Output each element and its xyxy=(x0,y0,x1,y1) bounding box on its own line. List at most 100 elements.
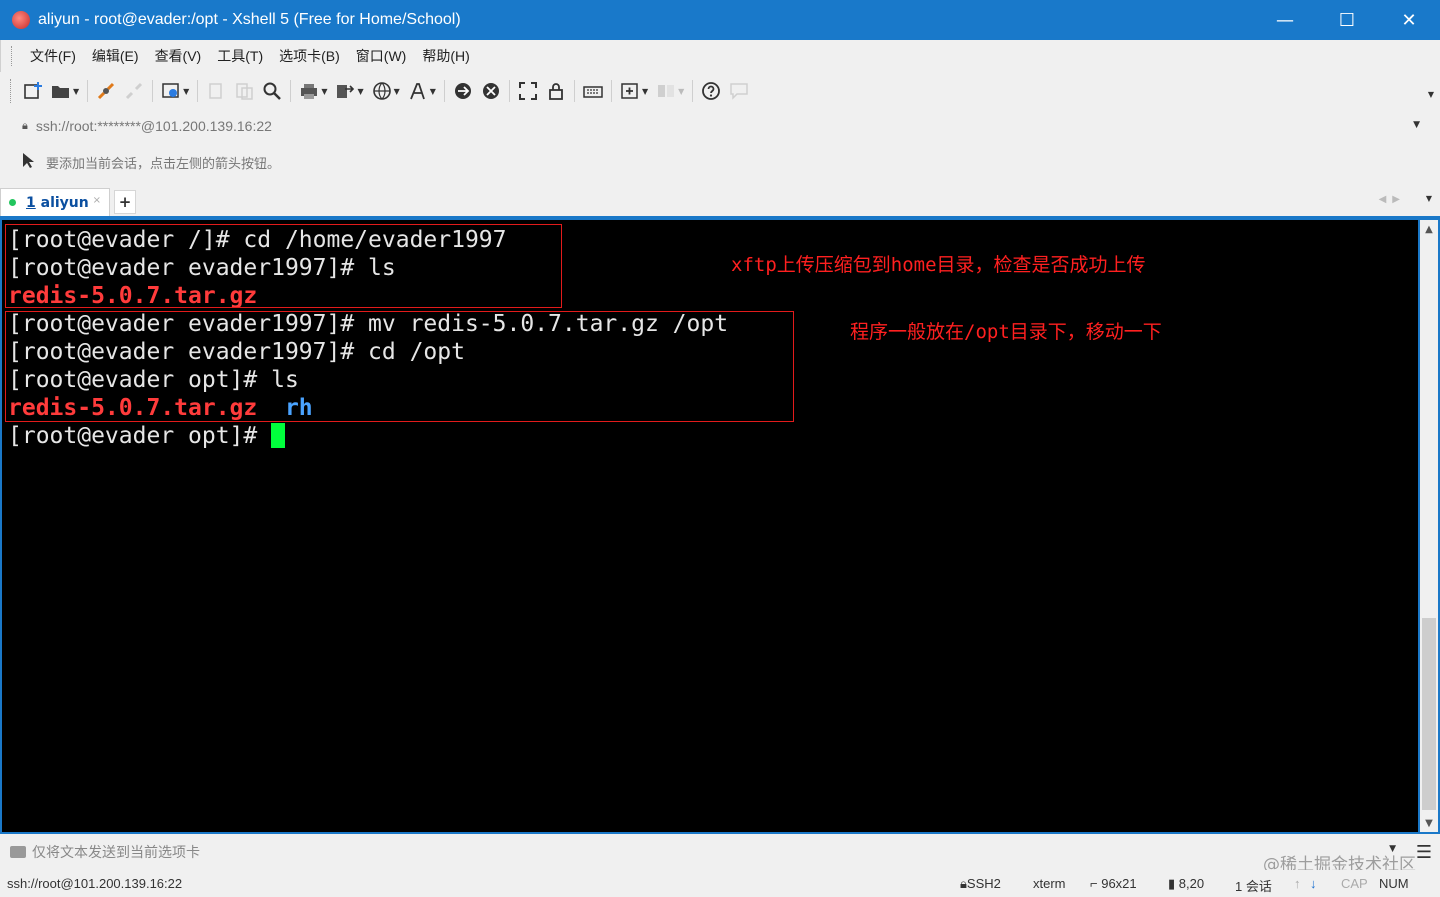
chevron-down-icon[interactable]: ▼ xyxy=(73,87,79,96)
status-connection: ssh://root@101.200.139.16:22 xyxy=(7,876,183,891)
close-button[interactable]: ✕ xyxy=(1378,0,1440,40)
connect-icon xyxy=(96,81,116,101)
properties-icon xyxy=(161,81,181,101)
chat-button[interactable] xyxy=(725,78,753,104)
connected-status-icon xyxy=(9,199,16,206)
menu-window[interactable]: 窗口(W) xyxy=(348,46,415,66)
scroll-up-icon[interactable]: ▲ xyxy=(1420,220,1438,238)
tab-strip: 1 aliyun × + ◀▶ ▼ xyxy=(0,184,1440,216)
fullscreen-button[interactable] xyxy=(514,78,542,104)
address-bar[interactable]: 🔒︎ ssh://root:********@101.200.139.16:22… xyxy=(8,112,1432,140)
xftp-icon xyxy=(453,81,473,101)
print-button[interactable]: ▼ xyxy=(295,78,331,104)
tab-nav-arrows-icon[interactable]: ◀▶ xyxy=(1379,194,1406,205)
annotation-upload: xftp上传压缩包到home目录，检查是否成功上传 xyxy=(731,254,1146,276)
transfer-button[interactable]: ▼ xyxy=(331,78,367,104)
tab-label: 1 aliyun xyxy=(26,195,89,211)
xshell-logo-icon xyxy=(12,11,30,29)
tab-number: 1 xyxy=(26,194,36,211)
scroll-thumb[interactable] xyxy=(1422,618,1436,810)
toolbar-overflow-icon[interactable]: ▼ xyxy=(1428,90,1434,99)
status-size: ⌐ 96x21 xyxy=(1090,876,1137,891)
menu-grip[interactable] xyxy=(11,46,14,66)
chevron-down-icon[interactable]: ▼ xyxy=(321,87,327,96)
help-button[interactable] xyxy=(697,78,725,104)
terminal[interactable]: [root@evader /]# cd /home/evader1997 [ro… xyxy=(2,220,1418,832)
toolbar-grip[interactable] xyxy=(10,79,13,103)
status-term: xterm xyxy=(1033,876,1066,891)
menu-help[interactable]: 帮助(H) xyxy=(414,46,477,66)
help-icon xyxy=(701,81,721,101)
menu-view[interactable]: 查看(V) xyxy=(147,46,210,66)
menu-tools[interactable]: 工具(T) xyxy=(209,46,271,66)
address-dropdown-icon[interactable]: ▼ xyxy=(1413,120,1420,130)
xftp-button[interactable] xyxy=(449,78,477,104)
scroll-down-icon[interactable]: ▼ xyxy=(1420,814,1438,832)
disconnect-button[interactable] xyxy=(120,78,148,104)
xmanager-button[interactable] xyxy=(477,78,505,104)
web-button[interactable]: ▼ xyxy=(368,78,404,104)
fullscreen-icon xyxy=(518,81,538,101)
keyboard-button[interactable] xyxy=(579,78,607,104)
session-hint-bar: 要添加当前会话，点击左侧的箭头按钮。 xyxy=(8,148,1432,176)
menu-file[interactable]: 文件(F) xyxy=(22,46,84,66)
reconnect-button[interactable] xyxy=(92,78,120,104)
compose-bar[interactable]: 仅将文本发送到当前选项卡 ▼ ☰ xyxy=(0,836,1440,868)
transfer-icon xyxy=(335,81,355,101)
disconnect-icon xyxy=(124,81,144,101)
chat-icon xyxy=(729,81,749,101)
chevron-down-icon[interactable]: ▼ xyxy=(642,87,648,96)
menu-edit[interactable]: 编辑(E) xyxy=(84,46,147,66)
chevron-down-icon[interactable]: ▼ xyxy=(678,87,684,96)
annotation-move: 程序一般放在/opt目录下，移动一下 xyxy=(850,321,1162,343)
tab-close-icon[interactable]: × xyxy=(93,195,101,206)
paste-icon xyxy=(234,81,254,101)
download-arrow-icon: ↓ xyxy=(1310,876,1317,891)
chevron-down-icon[interactable]: ▼ xyxy=(183,87,189,96)
tab-list-dropdown-icon[interactable]: ▼ xyxy=(1426,194,1432,203)
chevron-down-icon[interactable]: ▼ xyxy=(430,87,436,96)
open-session-button[interactable]: ▼ xyxy=(47,78,83,104)
cursor-pos-icon: ▮ xyxy=(1168,876,1179,891)
properties-button[interactable]: ▼ xyxy=(157,78,193,104)
find-button[interactable] xyxy=(258,78,286,104)
font-icon xyxy=(408,81,428,101)
terminal-scrollbar[interactable]: ▲ ▼ xyxy=(1420,220,1438,832)
chevron-down-icon[interactable]: ▼ xyxy=(357,87,363,96)
resize-icon: ⌐ xyxy=(1090,876,1102,891)
menu-bar: 文件(F) 编辑(E) 查看(V) 工具(T) 选项卡(B) 窗口(W) 帮助(… xyxy=(0,40,1440,72)
toolbar-separator xyxy=(692,80,694,102)
copy-icon xyxy=(206,81,226,101)
compose-button[interactable]: ▼ xyxy=(616,78,652,104)
lock-icon: 🔒︎ xyxy=(22,119,28,132)
compose-icon xyxy=(620,81,640,101)
font-button[interactable]: ▼ xyxy=(404,78,440,104)
address-input[interactable]: ssh://root:********@101.200.139.16:22 xyxy=(36,118,272,134)
layout-button[interactable]: ▼ xyxy=(652,78,688,104)
copy-button[interactable] xyxy=(202,78,230,104)
cursor-pos-label: 8,20 xyxy=(1178,876,1205,891)
lock-icon xyxy=(546,81,566,101)
globe-icon xyxy=(372,81,392,101)
maximize-button[interactable]: ☐ xyxy=(1316,0,1378,40)
status-protocol: 🔒︎SSH2 xyxy=(960,876,1001,892)
prompt: [root@evader opt]# xyxy=(8,423,272,449)
minimize-button[interactable]: — xyxy=(1254,0,1316,40)
chevron-down-icon[interactable]: ▼ xyxy=(394,87,400,96)
paste-button[interactable] xyxy=(230,78,258,104)
toolbar-separator xyxy=(152,80,154,102)
new-session-button[interactable] xyxy=(19,78,47,104)
lock-button[interactable] xyxy=(542,78,570,104)
menu-tabs[interactable]: 选项卡(B) xyxy=(271,46,348,66)
status-num: NUM xyxy=(1379,876,1409,891)
compose-input[interactable]: 仅将文本发送到当前选项卡 xyxy=(32,842,200,862)
toolbar-separator xyxy=(197,80,199,102)
layout-icon xyxy=(656,81,676,101)
toolbar: ▼ ▼ ▼ ▼ ▼ ▼ ▼ ▼ ▼ xyxy=(0,72,1440,110)
toolbar-separator xyxy=(443,80,445,102)
tab-aliyun[interactable]: 1 aliyun × xyxy=(0,188,110,216)
hamburger-menu-icon[interactable]: ☰ xyxy=(1416,842,1432,863)
new-tab-button[interactable]: + xyxy=(114,190,136,214)
add-session-arrow-icon[interactable] xyxy=(20,151,38,173)
toolbar-separator xyxy=(87,80,89,102)
